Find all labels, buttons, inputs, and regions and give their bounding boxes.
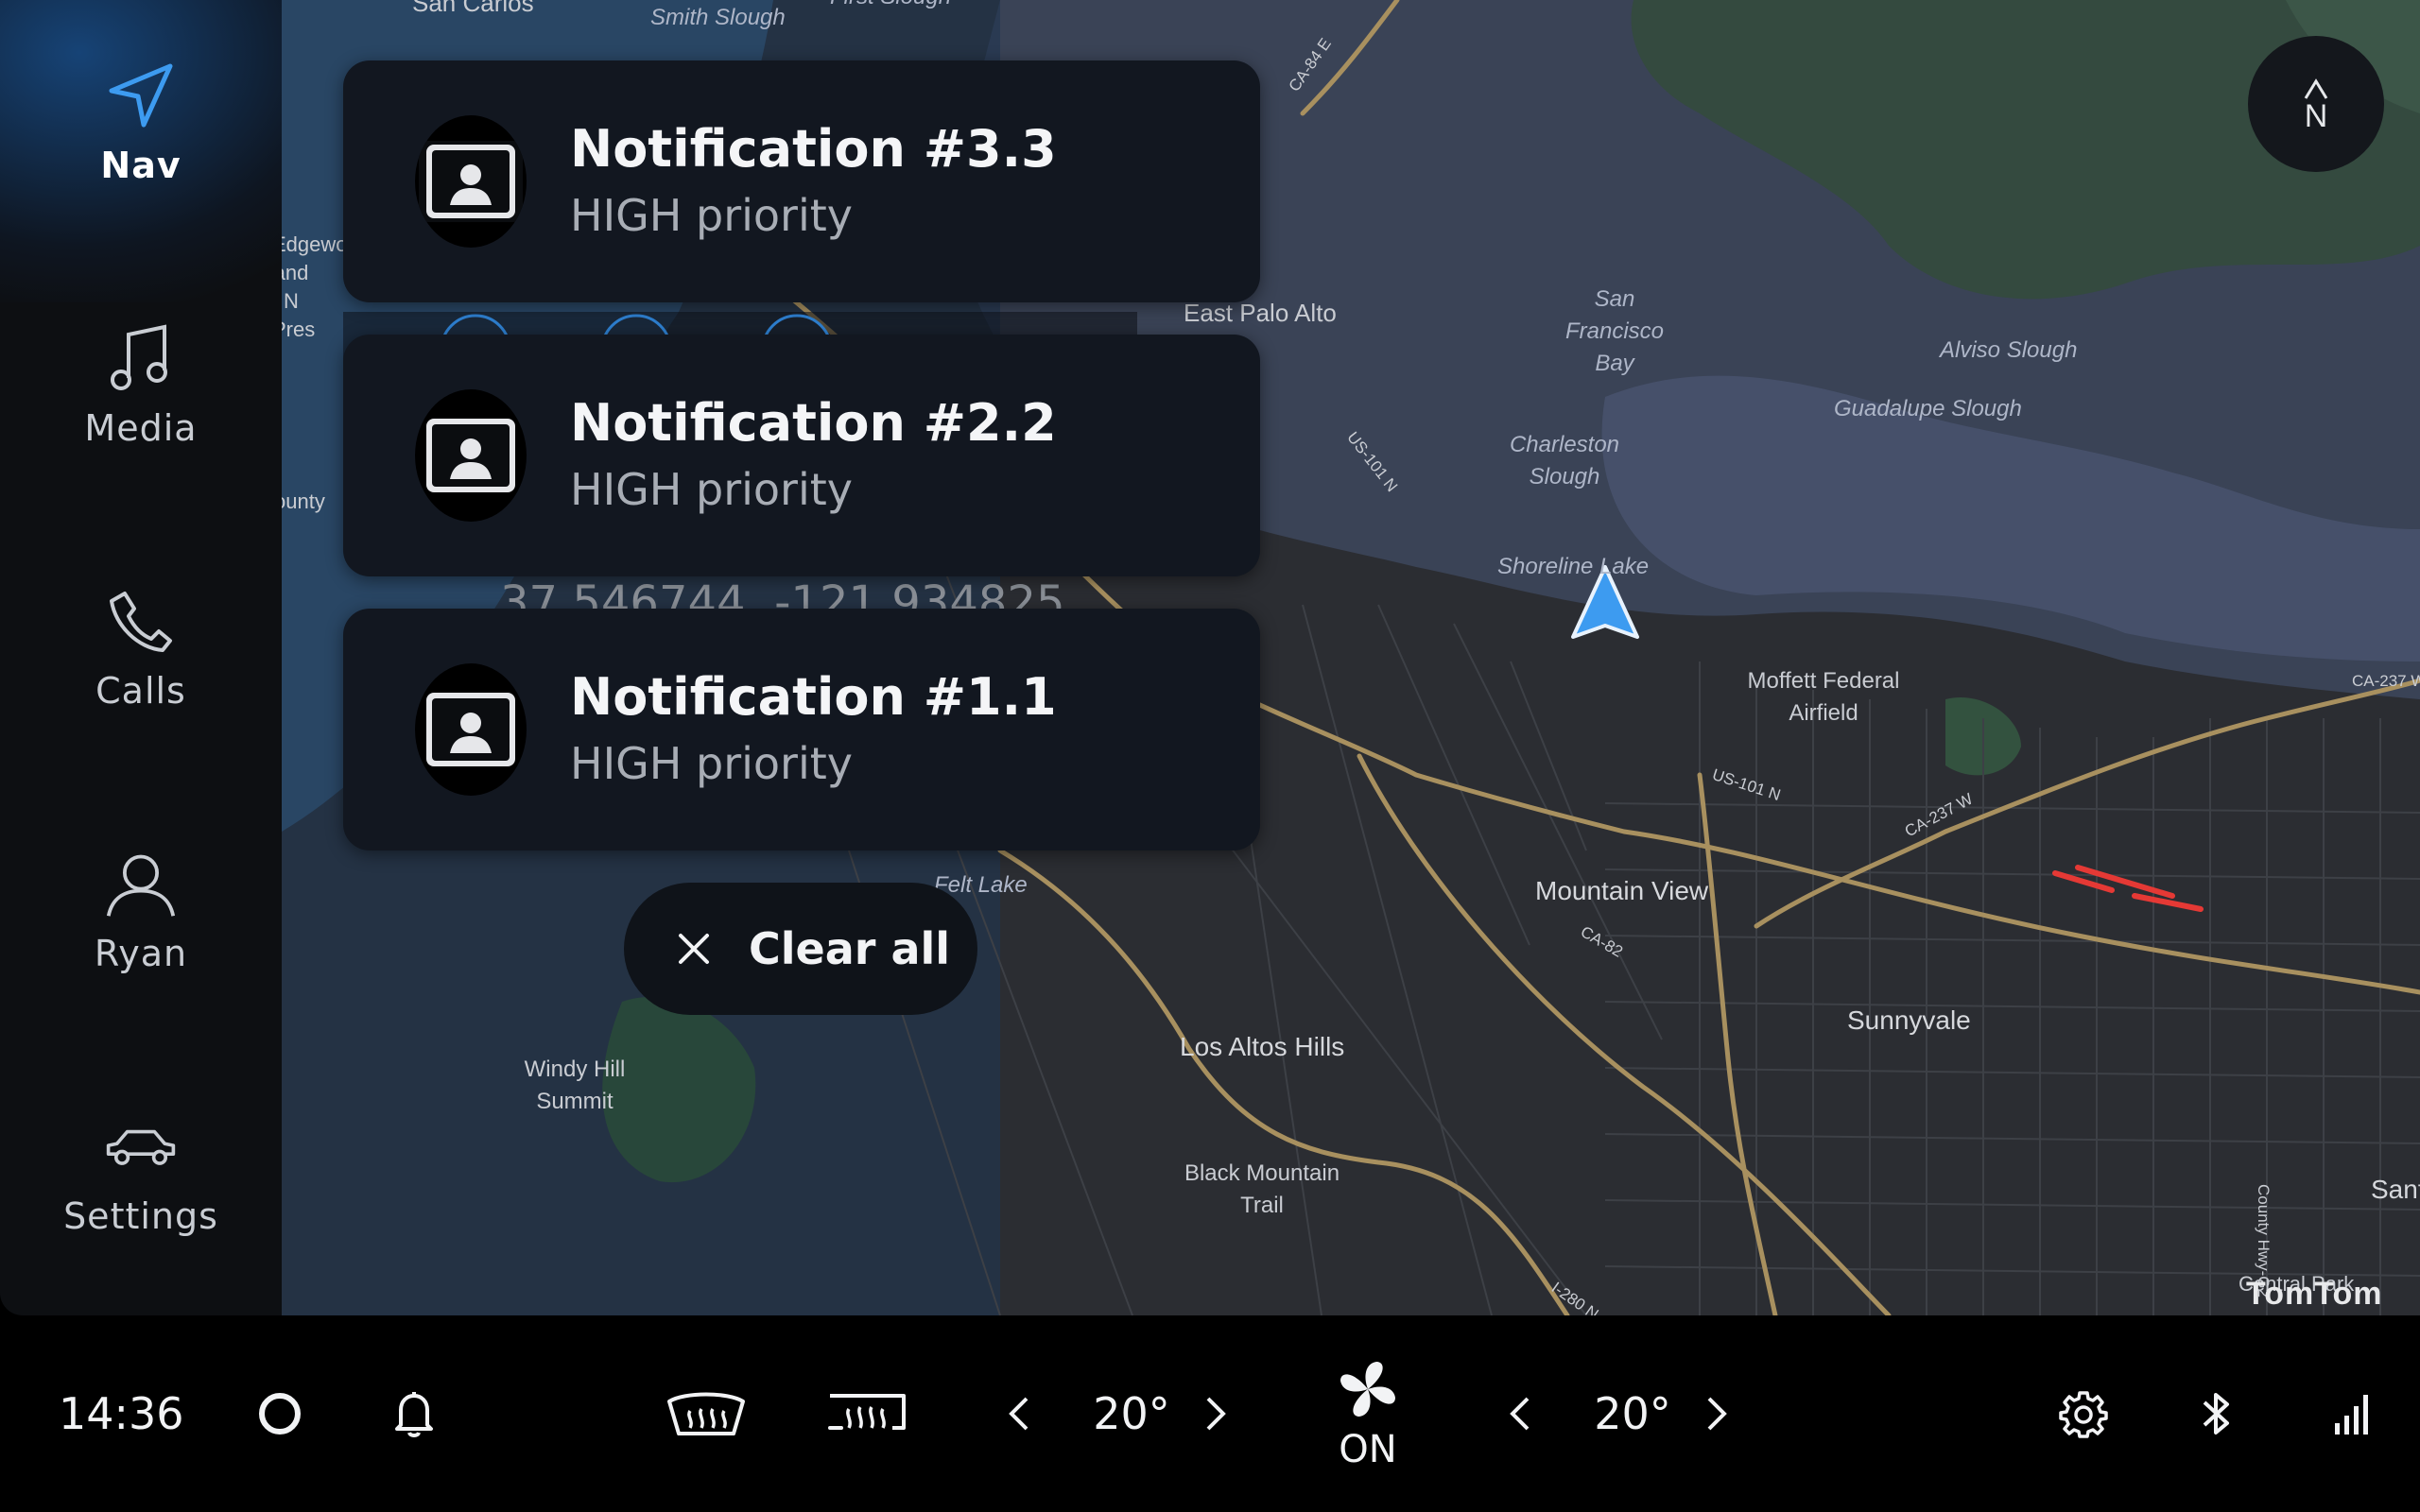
front-defrost-button[interactable] <box>664 1315 749 1512</box>
map-label: Charleston Slough <box>1509 432 1620 490</box>
home-circle-icon <box>259 1393 301 1435</box>
sidebar: Nav Media Calls Ryan Settings <box>0 0 282 1315</box>
notification-card[interactable]: Notification #2.2 HIGH priority <box>343 335 1260 576</box>
clock: 14:36 <box>59 1388 184 1439</box>
map-label: Sunnyvale <box>1847 1005 1971 1035</box>
compass-label: N <box>2304 98 2328 134</box>
right-temp-decrease[interactable] <box>1501 1315 1539 1512</box>
sidebar-item-settings[interactable]: Settings <box>0 1079 282 1268</box>
right-temp-increase[interactable] <box>1698 1315 1736 1512</box>
user-profile-icon <box>105 848 177 919</box>
notification-title: Notification #1.1 <box>570 667 1057 727</box>
notification-title: Notification #3.3 <box>570 119 1057 179</box>
map-label: Black Mountain Trail <box>1184 1160 1340 1218</box>
contact-avatar-icon <box>415 389 527 522</box>
map-label: Sant <box>2371 1175 2420 1204</box>
sidebar-item-profile[interactable]: Ryan <box>0 816 282 1005</box>
notification-title: Notification #2.2 <box>570 393 1057 453</box>
car-icon <box>105 1110 177 1182</box>
map-label: Guadalupe Slough <box>1834 396 2022 421</box>
chevron-right-icon <box>1707 1397 1727 1431</box>
map-label: San Francisco Bay <box>1564 286 1665 376</box>
chevron-left-icon <box>1510 1397 1530 1431</box>
bell-icon <box>395 1392 433 1437</box>
fan-state: ON <box>1339 1428 1397 1471</box>
map-label: Alviso Slough <box>1940 337 2078 363</box>
sidebar-item-label: Ryan <box>94 933 188 974</box>
left-temp-increase[interactable] <box>1197 1315 1235 1512</box>
signal-bars-icon <box>2335 1395 2368 1435</box>
bottom-system-bar: 14:36 20° ON 20° <box>0 1315 2420 1512</box>
settings-button[interactable] <box>2057 1315 2110 1512</box>
contact-avatar-icon <box>415 115 527 248</box>
sidebar-item-label: Settings <box>63 1195 218 1237</box>
left-temp-decrease[interactable] <box>1000 1315 1038 1512</box>
navigation-arrow-icon <box>105 60 177 131</box>
fan-button[interactable]: ON <box>1323 1315 1412 1512</box>
home-button[interactable] <box>251 1315 308 1512</box>
clear-all-label: Clear all <box>749 923 951 974</box>
sidebar-item-nav[interactable]: Nav <box>0 28 282 217</box>
bluetooth-button[interactable] <box>2193 1315 2240 1512</box>
map-label: San Carlos <box>412 0 534 17</box>
map-label: Shoreline Lake <box>1497 554 1650 579</box>
notification-subtitle: HIGH priority <box>570 464 853 515</box>
map-label: ounty <box>282 490 325 513</box>
chevron-right-icon <box>1206 1397 1226 1431</box>
close-icon <box>679 934 709 964</box>
map-label: Smith Slough <box>650 5 786 30</box>
fan-icon <box>1340 1362 1395 1417</box>
notification-subtitle: HIGH priority <box>570 738 853 789</box>
map-label: First Slough <box>830 0 951 13</box>
map-label: Los Altos Hills <box>1180 1032 1345 1061</box>
map-attribution: TomTom <box>2246 1276 2383 1312</box>
clear-all-button[interactable]: Clear all <box>624 883 977 1015</box>
sidebar-item-media[interactable]: Media <box>0 291 282 480</box>
map-label: Edgewood and N Pres <box>282 232 371 341</box>
gear-icon <box>2059 1391 2108 1438</box>
road-label: CA-237 W <box>2352 672 2420 690</box>
rear-defrost-icon <box>828 1394 906 1430</box>
map-label: Mountain View <box>1535 876 1709 905</box>
sidebar-item-label: Calls <box>95 670 186 712</box>
front-defrost-icon <box>667 1392 745 1435</box>
sidebar-item-calls[interactable]: Calls <box>0 554 282 743</box>
left-temperature: 20° <box>1093 1388 1170 1439</box>
map-label: Moffett Federal Airfield <box>1747 668 1900 726</box>
contact-avatar-icon <box>415 663 527 796</box>
traffic-congestion <box>2052 865 2204 912</box>
notification-card[interactable]: Notification #3.3 HIGH priority <box>343 60 1260 302</box>
right-temperature: 20° <box>1594 1388 1671 1439</box>
notification-subtitle: HIGH priority <box>570 190 853 241</box>
map-label: Windy Hill Summit <box>524 1057 626 1114</box>
sidebar-item-label: Media <box>84 407 198 449</box>
phone-icon <box>105 585 177 657</box>
sidebar-item-label: Nav <box>100 145 182 186</box>
signal-indicator <box>2329 1315 2377 1512</box>
notification-card[interactable]: Notification #1.1 HIGH priority <box>343 609 1260 850</box>
chevron-left-icon <box>1009 1397 1028 1431</box>
notifications-button[interactable] <box>386 1315 442 1512</box>
bluetooth-icon <box>2203 1393 2229 1435</box>
music-note-icon <box>105 322 177 394</box>
rear-defrost-button[interactable] <box>824 1315 909 1512</box>
compass-button[interactable]: N <box>2248 36 2384 172</box>
